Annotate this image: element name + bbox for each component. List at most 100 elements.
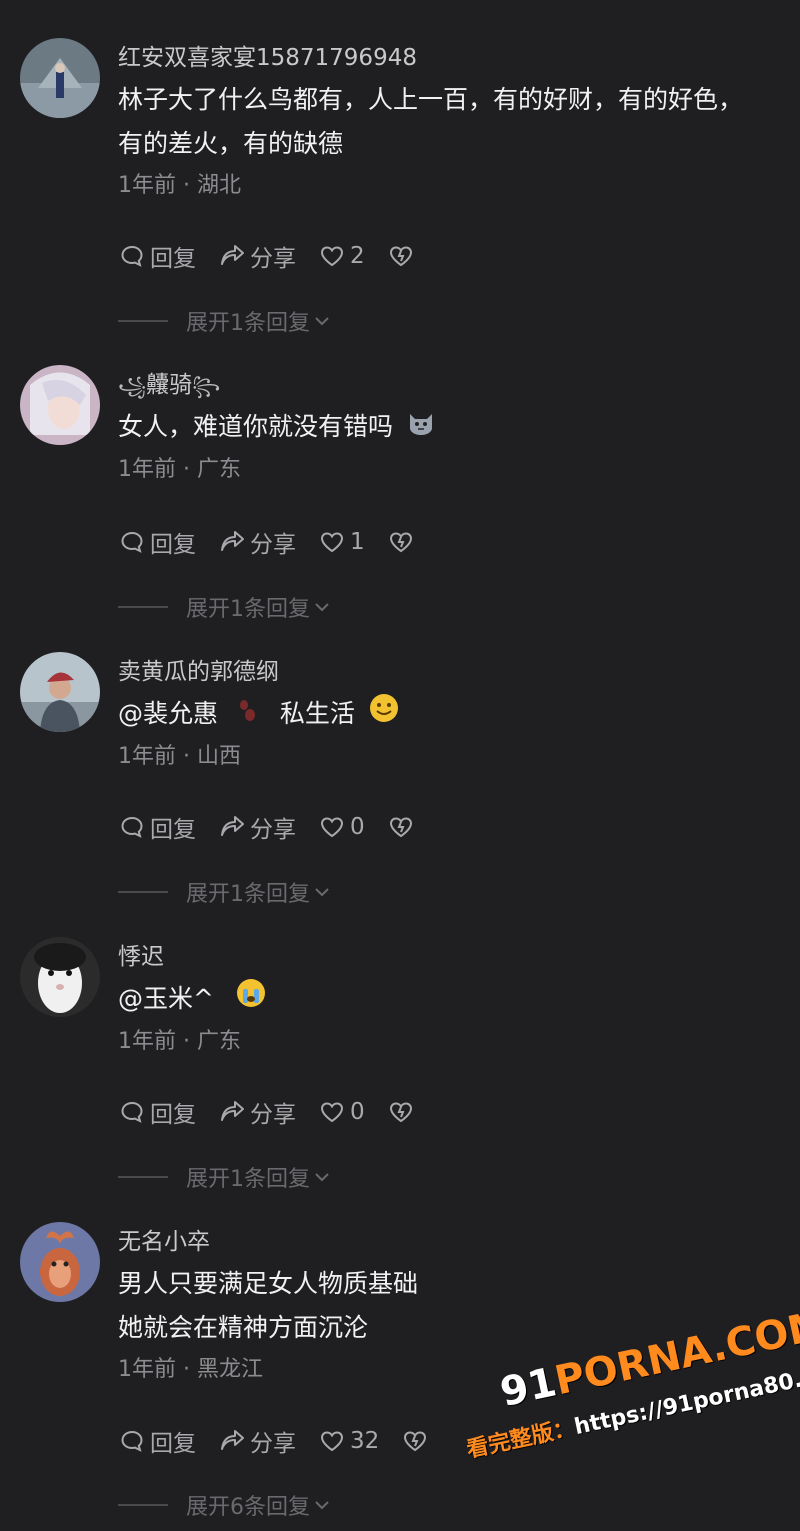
comment-bubble-icon (121, 531, 143, 553)
comment-text: 男人只要满足女人物质基础 (118, 1269, 419, 1298)
comment-meta: 1年前 · 山西 (118, 744, 241, 769)
mention-link[interactable]: @玉米^ (118, 984, 214, 1013)
comment-text: @玉米^ (118, 977, 770, 1022)
broken-heart-icon (404, 1431, 427, 1452)
comment-bubble-icon (121, 1430, 143, 1452)
dislike-button[interactable] (387, 1098, 415, 1126)
comment-bubble-icon (121, 1101, 143, 1123)
expand-replies-button[interactable]: 展开1条回复 (118, 872, 332, 912)
comment-meta: 1年前 · 湖北 (118, 173, 241, 198)
divider (118, 1504, 168, 1506)
comment-text: 有的差火，有的缺德 (118, 129, 344, 158)
reply-button[interactable]: 回复 (118, 1095, 196, 1129)
broken-heart-icon (389, 1102, 412, 1123)
broken-heart-icon (389, 246, 412, 267)
avatar[interactable] (20, 38, 100, 118)
comment-meta: 1年前 · 广东 (118, 457, 241, 482)
share-button[interactable]: 分享 (218, 810, 296, 844)
like-count: 2 (350, 243, 365, 269)
dislike-button[interactable] (387, 528, 415, 556)
smile-emoji-icon (369, 693, 399, 737)
avatar[interactable] (20, 937, 100, 1017)
avatar[interactable] (20, 1222, 100, 1302)
paw-emoji-icon (236, 693, 258, 737)
reply-label: 回复 (150, 246, 196, 272)
divider (118, 891, 168, 893)
mention-link[interactable]: @裴允惠 (118, 699, 218, 728)
comment-username[interactable]: 悸迟 (118, 937, 770, 977)
like-button[interactable]: 32 (318, 1427, 379, 1455)
reply-button[interactable]: 回复 (118, 525, 196, 559)
expand-label: 展开6条回复 (186, 1495, 310, 1520)
like-button[interactable]: 0 (318, 1098, 365, 1126)
reply-label: 回复 (150, 1102, 196, 1128)
like-count: 0 (350, 814, 365, 840)
share-button[interactable]: 分享 (218, 1095, 296, 1129)
avatar[interactable] (20, 365, 100, 445)
comment-actions: 回复 分享 2 (118, 236, 415, 276)
share-label: 分享 (250, 1102, 296, 1128)
like-button[interactable]: 1 (318, 528, 365, 556)
expand-replies-button[interactable]: 展开6条回复 (118, 1485, 332, 1525)
share-button[interactable]: 分享 (218, 525, 296, 559)
like-button[interactable]: 0 (318, 813, 365, 841)
chevron-down-icon (315, 888, 329, 897)
comment-bubble-icon (121, 816, 143, 838)
divider (118, 320, 168, 322)
like-count: 0 (350, 1099, 365, 1125)
decorative-swirl-icon: ꧂ (192, 376, 221, 397)
crying-emoji-icon (236, 978, 266, 1022)
share-arrow-icon (221, 245, 244, 265)
share-button[interactable]: 分享 (218, 239, 296, 273)
expand-replies-button[interactable]: 展开1条回复 (118, 587, 332, 627)
share-label: 分享 (250, 817, 296, 843)
comment-username[interactable]: 无名小卒 (118, 1222, 770, 1262)
reply-label: 回复 (150, 817, 196, 843)
heart-icon (320, 532, 344, 553)
expand-replies-button[interactable]: 展开1条回复 (118, 1157, 332, 1197)
chevron-down-icon (315, 317, 329, 326)
dislike-button[interactable] (401, 1427, 429, 1455)
share-label: 分享 (250, 532, 296, 558)
chevron-down-icon (315, 1173, 329, 1182)
like-button[interactable]: 2 (318, 242, 365, 270)
reply-label: 回复 (150, 532, 196, 558)
share-label: 分享 (250, 1431, 296, 1457)
reply-button[interactable]: 回复 (118, 1424, 196, 1458)
expand-label: 展开1条回复 (186, 1167, 310, 1192)
like-count: 32 (350, 1428, 380, 1454)
reply-button[interactable]: 回复 (118, 239, 196, 273)
decorative-swirl-icon: ꧁ (118, 376, 147, 397)
heart-icon (320, 246, 344, 267)
divider (118, 1176, 168, 1178)
heart-icon (320, 1431, 344, 1452)
comment-username[interactable]: ꧁齉骑꧂ (118, 365, 770, 405)
reply-button[interactable]: 回复 (118, 810, 196, 844)
comment-bubble-icon (121, 245, 143, 267)
dislike-button[interactable] (387, 242, 415, 270)
share-arrow-icon (221, 531, 244, 551)
watermark: 91PORNA.COM 看完整版：https://91porna80.com (465, 1302, 800, 1520)
like-count: 1 (350, 529, 365, 555)
heart-icon (320, 817, 344, 838)
avatar[interactable] (20, 652, 100, 732)
comment-actions: 回复 分享 1 (118, 522, 415, 562)
chevron-down-icon (315, 1501, 329, 1510)
comment-actions: 回复 分享 32 (118, 1421, 429, 1461)
expand-label: 展开1条回复 (186, 311, 310, 336)
comment-text: 女人，难道你就没有错吗 (118, 405, 770, 450)
comment-meta: 1年前 · 广东 (118, 1029, 241, 1054)
share-arrow-icon (221, 1430, 244, 1450)
expand-label: 展开1条回复 (186, 597, 310, 622)
comment-text: 林子大了什么鸟都有，人上一百，有的好财，有的好色， (118, 85, 744, 114)
comment-username[interactable]: 卖黄瓜的郭德纲 (118, 652, 770, 692)
expand-replies-button[interactable]: 展开1条回复 (118, 301, 332, 341)
expand-label: 展开1条回复 (186, 882, 310, 907)
dislike-button[interactable] (387, 813, 415, 841)
comment-username[interactable]: 红安双喜家宴15871796948 (118, 38, 770, 78)
share-label: 分享 (250, 246, 296, 272)
chevron-down-icon (315, 603, 329, 612)
share-button[interactable]: 分享 (218, 1424, 296, 1458)
broken-heart-icon (389, 532, 412, 553)
share-arrow-icon (221, 816, 244, 836)
